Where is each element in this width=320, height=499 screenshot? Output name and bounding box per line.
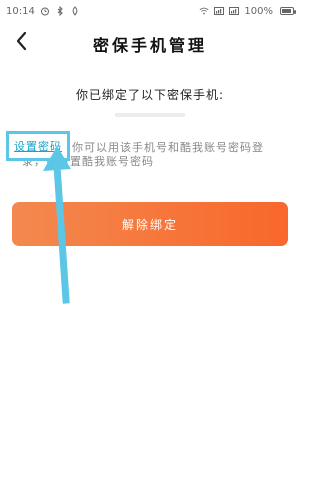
unbind-button[interactable]: 解除绑定 (12, 202, 288, 246)
signal-2-icon (229, 6, 240, 16)
status-bar: 10:14 100% (0, 0, 300, 22)
set-password-highlight[interactable]: 设置密码 (6, 131, 70, 161)
annotation-arrow-icon (43, 146, 71, 304)
alarm-icon (40, 6, 50, 16)
wifi-icon (199, 6, 209, 16)
nav-bar: 密保手机管理 (0, 22, 300, 66)
status-right: 100% (199, 5, 296, 17)
notification-icon (70, 6, 80, 16)
chevron-left-icon (15, 31, 29, 55)
page-title: 密保手机管理 (92, 36, 207, 55)
status-time: 10:14 (6, 5, 35, 17)
back-button[interactable] (10, 30, 34, 56)
bound-phone-info: 你已绑定了以下密保手机: (75, 88, 225, 102)
status-left: 10:14 (6, 6, 80, 17)
battery-percent: 100% (244, 5, 273, 17)
bound-phone-number (0, 108, 300, 122)
unbind-label: 解除绑定 (121, 217, 178, 232)
signal-1-icon (214, 6, 225, 16)
battery-icon (280, 7, 296, 15)
bluetooth-icon (55, 6, 65, 16)
battery-fill (282, 9, 291, 13)
set-password-link[interactable]: 设置密码 (14, 138, 62, 154)
